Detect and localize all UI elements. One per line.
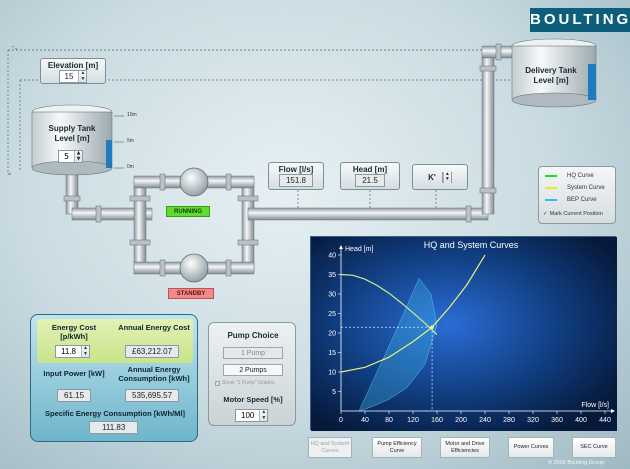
legend-swatch-system — [545, 187, 557, 189]
annual-consumption-label: Annual Energy Consumption [kWh] — [118, 365, 190, 383]
supply-tank-label: Supply Tank Level [m] — [48, 124, 96, 143]
x-tick-label: 160 — [431, 417, 443, 424]
legend-hq-label: HQ Curve — [567, 173, 594, 179]
k-label: K' — [428, 172, 436, 182]
sec-value: 111.83 — [89, 421, 139, 434]
mark-position-checkbox[interactable]: ✓ Mark Current Position — [543, 211, 603, 217]
x-tick-label: 360 — [551, 417, 563, 424]
curve-legend: HQ Curve System Curve BEP Curve ✓ Mark C… — [538, 166, 616, 224]
tab-motor-drive-efficiencies[interactable]: Motor and Drive Efficiencies — [440, 437, 490, 458]
motor-speed-label: Motor Speed [%] — [223, 395, 283, 404]
running-badge: RUNNING — [166, 206, 210, 217]
flow-label: Flow [l/s] — [278, 165, 314, 174]
pump-choice-panel: Pump Choice 1 Pump 2 Pumps Show "1 Pump"… — [208, 322, 296, 426]
energy-cost-value: 11.8 — [61, 347, 76, 356]
x-tick-label: 0 — [339, 417, 343, 424]
scale-label-0m: 0m — [127, 164, 134, 170]
legend-swatch-bep — [545, 199, 557, 201]
input-power-value: 61.15 — [57, 389, 92, 402]
hq-system-chart: 0 40 80 120 160 200 240 280 320 360 400 440 5 10 15 20 2… — [310, 236, 617, 431]
tab-hq-system-curves[interactable]: HQ and System Curves — [308, 437, 352, 458]
stepper-arrows-icon[interactable]: ▲ ▼ — [74, 150, 83, 162]
x-tick-label: 80 — [385, 417, 393, 424]
sec-label: Specific Energy Consumption [kWh/Ml] — [44, 409, 185, 418]
supply-tank-value: 5 — [64, 152, 70, 161]
flow-panel: Flow [l/s] 151.8 — [268, 162, 324, 190]
checkmark-icon: ✓ — [543, 211, 548, 217]
mark-position-label: Mark Current Position — [549, 211, 603, 217]
annual-cost-label: Annual Energy Cost — [118, 323, 190, 332]
elevation-stepper[interactable]: 15 ▲ ▼ — [58, 70, 88, 83]
head-value: 21.5 — [355, 174, 385, 187]
pump-choice-title: Pump Choice — [227, 331, 279, 340]
tab-sec-curve[interactable]: SEC Curve — [572, 437, 616, 458]
legend-swatch-hq — [545, 175, 557, 177]
legend-bep: BEP Curve — [545, 197, 597, 203]
legend-system-label: System Curve — [567, 185, 605, 191]
flow-value: 151.8 — [278, 174, 314, 187]
supply-tank-stepper[interactable]: 5 ▲ ▼ — [58, 150, 84, 163]
two-pumps-button[interactable]: 2 Pumps — [223, 364, 283, 376]
x-tick-label: 40 — [361, 417, 369, 424]
head-label: Head [m] — [352, 165, 388, 174]
y-tick-label: 35 — [328, 272, 336, 279]
elevation-panel: Elevation [m] 15 ▲ ▼ — [40, 58, 106, 84]
x-tick-label: 120 — [407, 417, 419, 424]
copyright-text: © 2009 Boulting Group — [548, 460, 605, 466]
stepper-arrows-icon[interactable]: ▲ ▼ — [80, 345, 89, 357]
y-tick-label: 40 — [328, 253, 336, 260]
x-axis-label: Flow [l/s] — [581, 402, 609, 409]
scale-label-5m: 5m — [127, 138, 134, 144]
x-tick-label: 240 — [479, 417, 491, 424]
elevation-value: 15 — [64, 72, 74, 81]
tab-pump-efficiency[interactable]: Pump Efficiency Curve — [372, 437, 422, 458]
annual-cost-value: £63,212.07 — [125, 345, 180, 358]
x-tick-label: 400 — [575, 417, 587, 424]
k-panel: K' ▲ ▼ — [412, 164, 468, 190]
y-tick-label: 10 — [328, 370, 336, 377]
show-one-pump-checkbox[interactable]: Show "1 Pump" Graphs — [215, 380, 295, 386]
y-axis-label: Head [m] — [345, 246, 373, 253]
scale-label-10m: 10m — [127, 112, 137, 118]
chart-background — [311, 237, 617, 431]
legend-bep-label: BEP Curve — [567, 197, 597, 203]
chart-title: HQ and System Curves — [424, 240, 519, 250]
energy-cost-label: Energy Cost [p/kWh] — [51, 323, 97, 341]
stepper-arrows-icon[interactable]: ▲ ▼ — [442, 171, 451, 183]
x-tick-label: 280 — [503, 417, 515, 424]
stepper-arrows-icon[interactable]: ▲ ▼ — [259, 409, 268, 421]
one-pump-button[interactable]: 1 Pump — [223, 347, 283, 359]
legend-system: System Curve — [545, 185, 605, 191]
k-stepper[interactable]: ▲ ▼ — [441, 171, 452, 183]
y-tick-label: 15 — [328, 350, 336, 357]
tab-power-curves[interactable]: Power Curves — [508, 437, 554, 458]
energy-panel: Energy Cost [p/kWh] 11.8 ▲ ▼ Annual Energ… — [30, 314, 198, 442]
head-panel: Head [m] 21.5 — [340, 162, 400, 190]
standby-badge: STANDBY — [168, 288, 214, 299]
annual-consumption-value: 535,695.57 — [125, 389, 180, 402]
stepper-arrows-icon[interactable]: ▲ ▼ — [78, 70, 87, 82]
x-tick-label: 320 — [527, 417, 539, 424]
y-tick-label: 20 — [328, 331, 336, 338]
y-tick-label: 30 — [328, 292, 336, 299]
delivery-tank-label: Delivery Tank Level [m] — [525, 66, 577, 85]
motor-speed-value: 100 — [241, 411, 255, 420]
motor-speed-stepper[interactable]: 100 ▲ ▼ — [235, 409, 269, 422]
elevation-label: Elevation [m] — [47, 61, 99, 70]
show-one-pump-label: Show "1 Pump" Graphs — [222, 380, 275, 386]
y-tick-label: 5 — [332, 389, 336, 396]
checkbox-box-icon — [215, 380, 220, 386]
operating-point-marker — [430, 325, 434, 329]
chart-svg: 0 40 80 120 160 200 240 280 320 360 400 440 5 10 15 20 2… — [311, 237, 617, 431]
y-tick-label: 25 — [328, 311, 336, 318]
x-tick-label: 440 — [599, 417, 611, 424]
energy-cost-stepper[interactable]: 11.8 ▲ ▼ — [55, 345, 90, 358]
input-power-label: Input Power [kW] — [43, 369, 105, 378]
legend-hq: HQ Curve — [545, 173, 594, 179]
x-tick-label: 200 — [455, 417, 467, 424]
